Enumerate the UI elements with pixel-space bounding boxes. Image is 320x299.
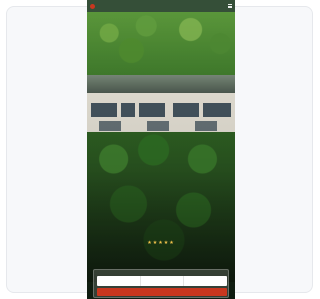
mobile-screenshot: ★★★★★ — [87, 0, 235, 299]
book-now-button[interactable] — [97, 288, 227, 296]
guests-field[interactable] — [184, 276, 227, 286]
hamburger-menu-icon[interactable] — [228, 4, 232, 8]
booking-fields — [97, 276, 227, 286]
brand-logo-icon[interactable] — [90, 3, 95, 9]
rating-stars: ★★★★★ — [147, 240, 175, 246]
hero-image: ★★★★★ — [87, 12, 235, 299]
check-out-field[interactable] — [141, 276, 185, 286]
check-in-field[interactable] — [97, 276, 141, 286]
top-navigation-bar — [87, 0, 235, 12]
hero-gradient-overlay — [87, 12, 235, 299]
booking-panel — [93, 269, 229, 298]
